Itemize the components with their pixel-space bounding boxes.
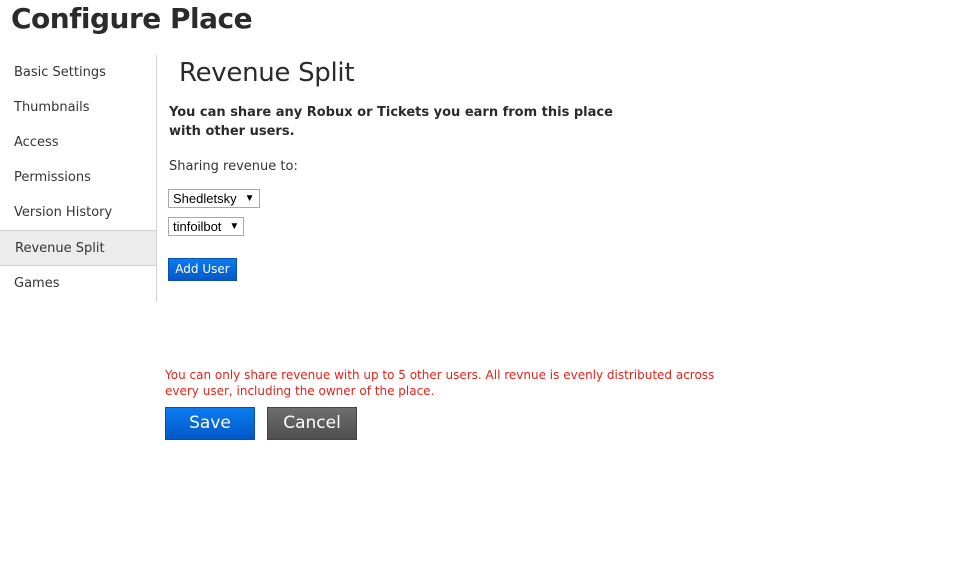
sidebar-item-access[interactable]: Access <box>0 125 156 160</box>
sidebar-item-thumbnails[interactable]: Thumbnails <box>0 90 156 125</box>
sidebar-item-basic-settings[interactable]: Basic Settings <box>0 55 156 90</box>
sidebar-item-permissions[interactable]: Permissions <box>0 160 156 195</box>
add-user-button[interactable]: Add User <box>168 258 237 281</box>
sidebar-item-games[interactable]: Games <box>0 266 156 301</box>
sidebar-nav: Basic Settings Thumbnails Access Permiss… <box>0 55 157 302</box>
sharing-revenue-label: Sharing revenue to: <box>169 159 298 174</box>
user-select-2[interactable]: tinfoilbot ▼ <box>168 217 245 236</box>
page-title: Configure Place <box>11 2 253 35</box>
revenue-limit-note: You can only share revenue with up to 5 … <box>165 368 715 398</box>
revenue-split-description: You can share any Robux or Tickets you e… <box>169 105 613 139</box>
sidebar-item-revenue-split[interactable]: Revenue Split <box>0 230 156 266</box>
user-select-value: tinfoilbot <box>173 219 222 234</box>
dropdown-arrow-icon: ▼ <box>244 193 255 204</box>
section-title: Revenue Split <box>179 58 355 88</box>
dropdown-arrow-icon: ▼ <box>229 221 240 232</box>
sidebar-item-version-history[interactable]: Version History <box>0 195 156 230</box>
user-select-value: Shedletsky <box>173 191 237 206</box>
user-select-1[interactable]: Shedletsky ▼ <box>168 189 260 208</box>
cancel-button[interactable]: Cancel <box>267 407 357 440</box>
save-button[interactable]: Save <box>165 407 255 440</box>
